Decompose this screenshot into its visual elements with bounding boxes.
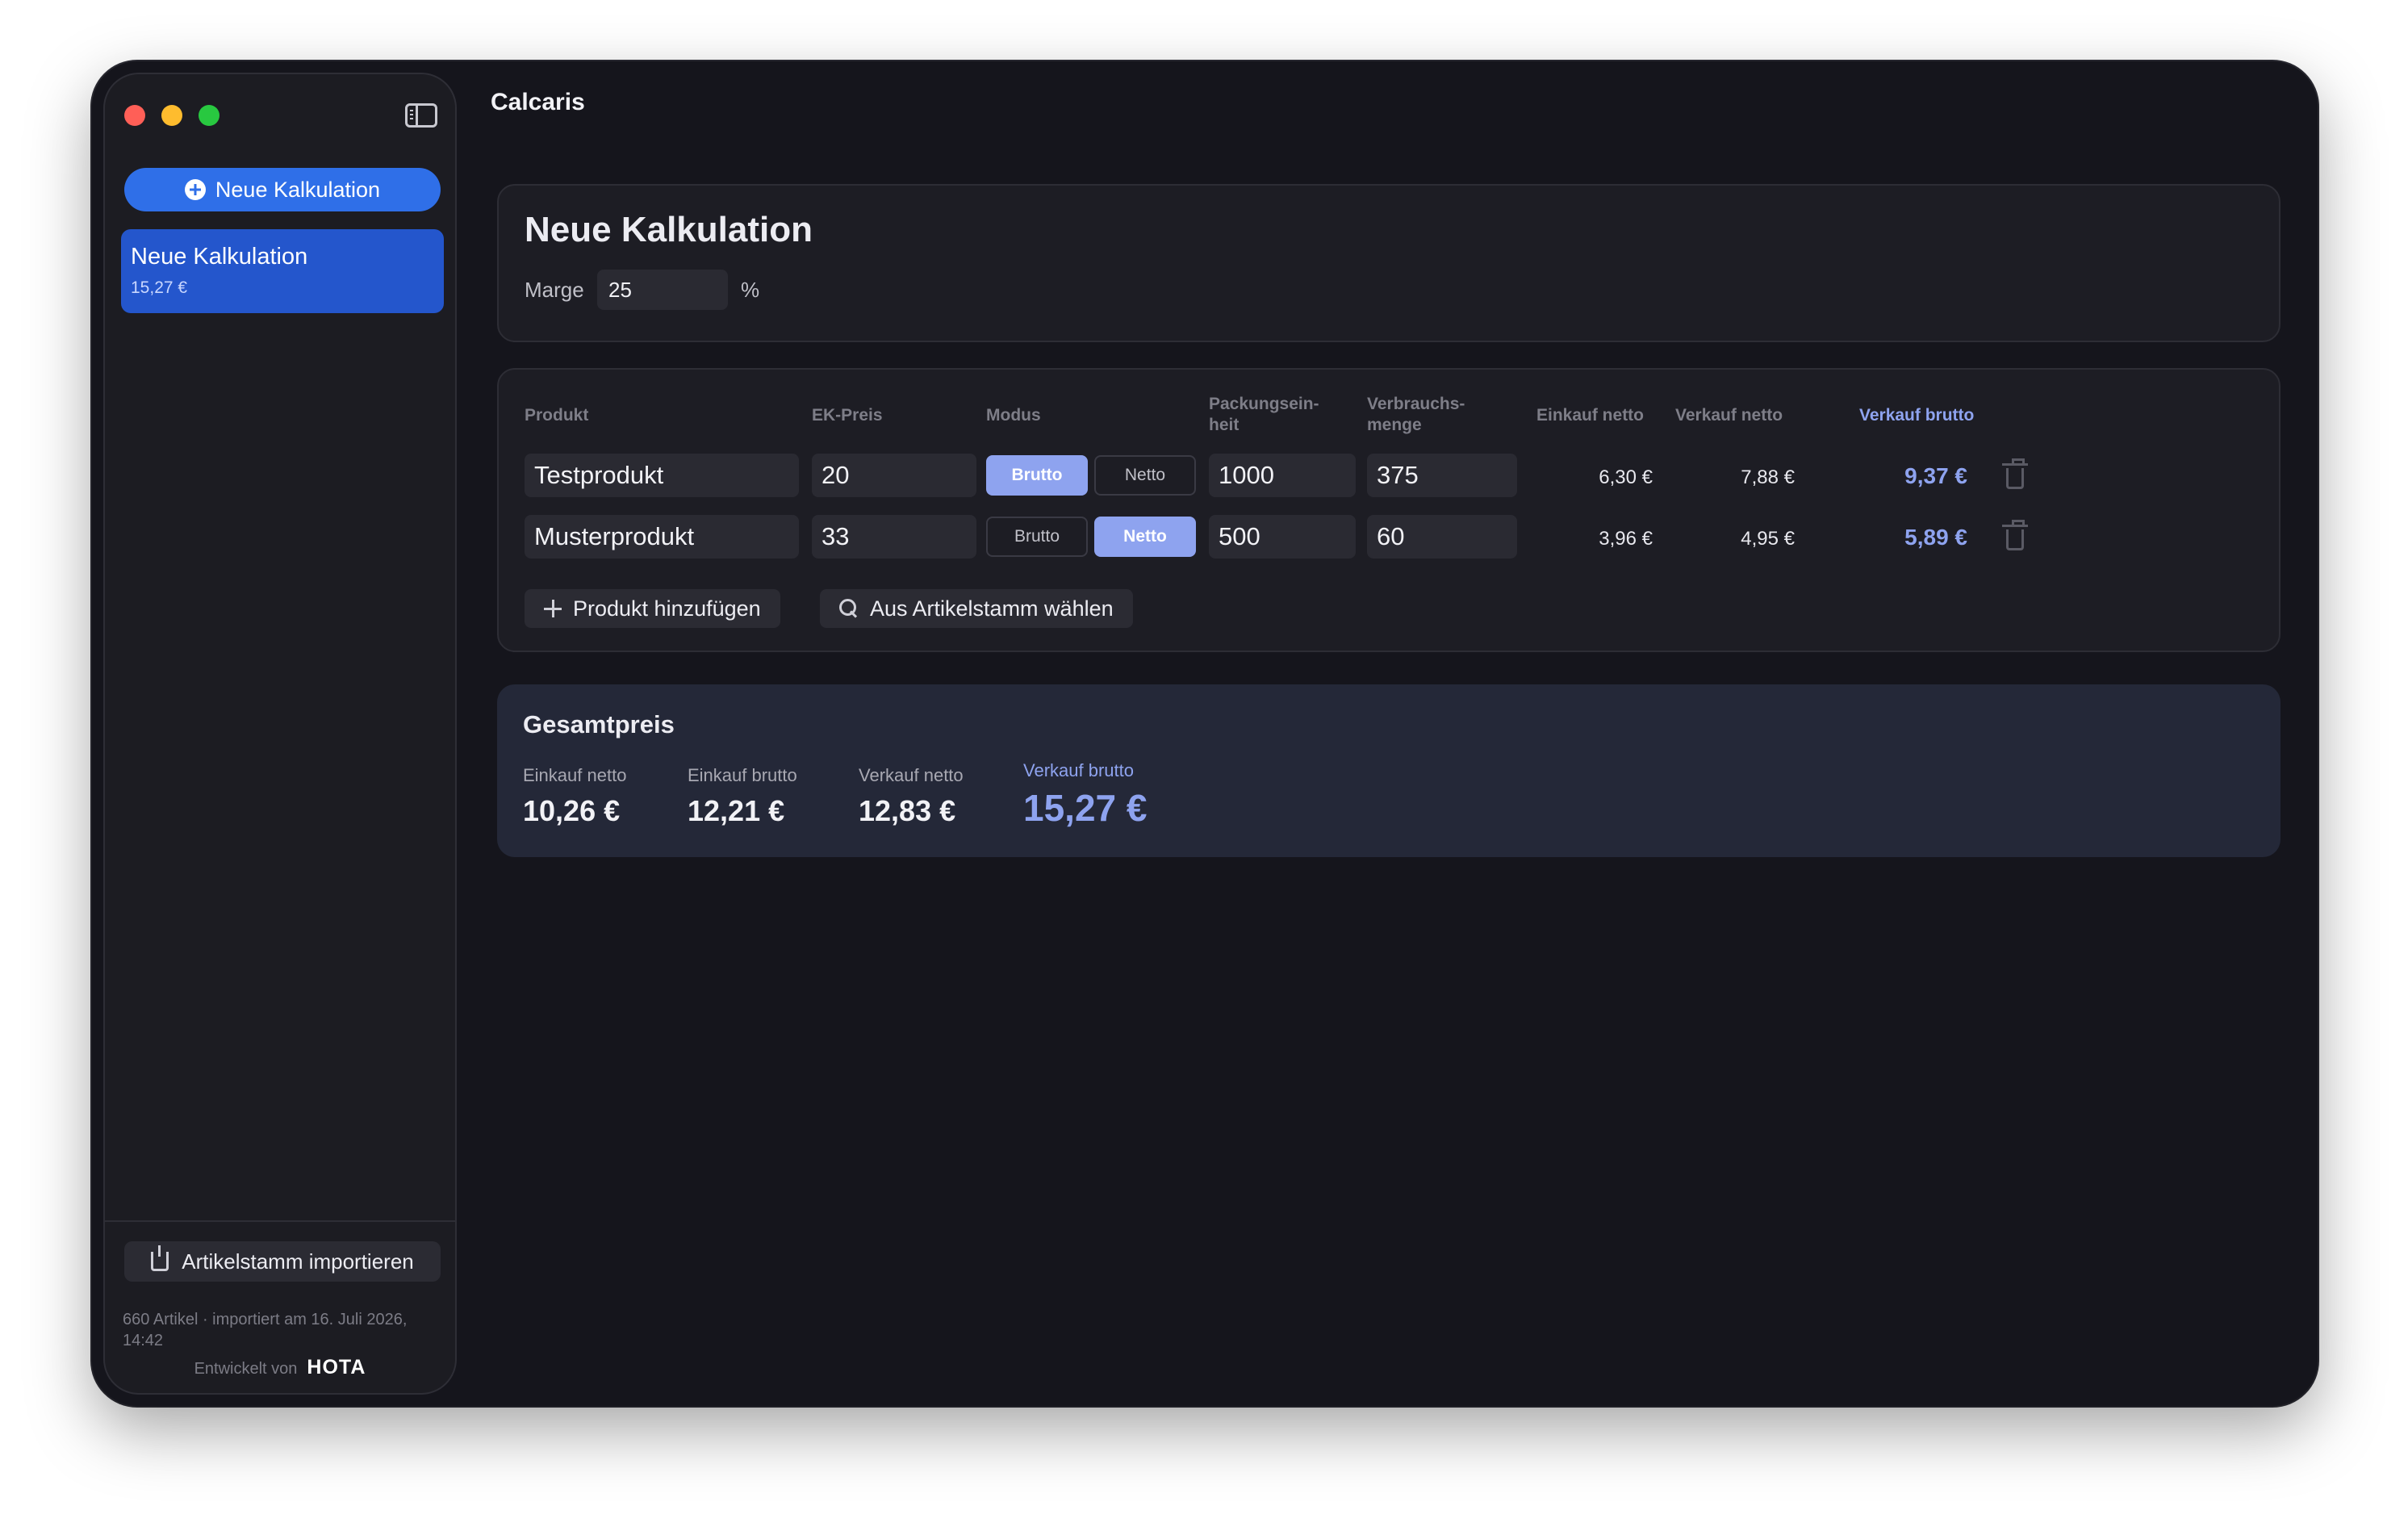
window-title: Calcaris — [491, 89, 585, 115]
trash-icon[interactable] — [2002, 458, 2028, 489]
total-verkauf-brutto: Verkauf brutto 15,27 € — [1023, 760, 1147, 830]
ek-price-input[interactable]: 20 — [812, 454, 976, 497]
header-modus: Modus — [986, 406, 1041, 425]
search-icon — [839, 599, 859, 618]
developer-credit: Entwickelt von HOTA — [105, 1356, 455, 1379]
header-verkauf-netto: Verkauf netto — [1675, 406, 1783, 425]
product-name-input[interactable]: Testprodukt — [525, 454, 799, 497]
calculation-item-title: Neue Kalkulation — [131, 244, 308, 270]
marge-input[interactable]: 25 — [597, 270, 728, 310]
einkauf-netto-value: 3,96 € — [1599, 528, 1653, 550]
header-ek-preis: EK-Preis — [812, 406, 883, 425]
total-value: 10,26 € — [523, 794, 621, 827]
calculation-title: Neue Kalkulation — [525, 210, 813, 249]
plus-icon — [544, 600, 562, 617]
total-value: 12,83 € — [859, 794, 956, 827]
products-table-card: Produkt EK-Preis Modus Packungsein- heit… — [497, 368, 2280, 652]
totals-card: Gesamtpreis Einkauf netto 10,26 € Einkau… — [497, 684, 2280, 857]
minimize-window-button[interactable] — [161, 105, 182, 126]
total-einkauf-netto: Einkauf netto 10,26 € — [523, 765, 626, 828]
choose-from-catalog-label: Aus Artikelstamm wählen — [870, 596, 1114, 621]
header-produkt: Produkt — [525, 406, 589, 425]
ek-price-input[interactable]: 33 — [812, 515, 976, 559]
consumption-input[interactable]: 375 — [1367, 454, 1517, 497]
import-status-text: 660 Artikel · importiert am 16. Juli 202… — [123, 1311, 408, 1349]
calculation-header-card: Neue Kalkulation Marge 25 % — [497, 184, 2280, 342]
mode-brutto-button[interactable]: Brutto — [986, 517, 1088, 557]
verkauf-brutto-value: 9,37 € — [1904, 463, 1967, 488]
verkauf-netto-value: 7,88 € — [1741, 466, 1795, 488]
plus-circle-icon — [184, 179, 206, 200]
total-label: Einkauf brutto — [688, 765, 797, 785]
total-verkauf-netto: Verkauf netto 12,83 € — [859, 765, 964, 828]
total-einkauf-brutto: Einkauf brutto 12,21 € — [688, 765, 797, 828]
marge-label: Marge — [525, 278, 584, 302]
developer-logo: HOTA — [307, 1356, 366, 1378]
sidebar-toggle-icon[interactable] — [405, 103, 437, 128]
total-label: Einkauf netto — [523, 765, 627, 785]
consumption-input[interactable]: 60 — [1367, 515, 1517, 559]
mode-netto-button[interactable]: Netto — [1094, 517, 1196, 557]
verkauf-brutto-value: 5,89 € — [1904, 525, 1967, 550]
close-window-button[interactable] — [124, 105, 145, 126]
new-calculation-button[interactable]: Neue Kalkulation — [124, 168, 441, 211]
header-einkauf-netto: Einkauf netto — [1536, 406, 1645, 425]
totals-title: Gesamtpreis — [523, 710, 675, 738]
add-product-label: Produkt hinzufügen — [573, 596, 761, 621]
header-verbrauchsmenge: Verbrauchs- menge — [1367, 395, 1465, 434]
sidebar-item-calculation[interactable]: Neue Kalkulation 15,27 € — [121, 229, 444, 313]
new-calculation-label: Neue Kalkulation — [215, 177, 381, 202]
import-icon — [151, 1245, 169, 1271]
total-value: 15,27 € — [1023, 787, 1148, 829]
calculation-item-total: 15,27 € — [131, 278, 188, 297]
mode-netto-button[interactable]: Netto — [1094, 455, 1196, 496]
app-window: Neue Kalkulation Neue Kalkulation 15,27 … — [92, 61, 2318, 1406]
einkauf-netto-value: 6,30 € — [1599, 466, 1653, 488]
choose-from-catalog-button[interactable]: Aus Artikelstamm wählen — [820, 589, 1133, 628]
zoom-window-button[interactable] — [199, 105, 219, 126]
mode-brutto-button[interactable]: Brutto — [986, 455, 1088, 496]
package-unit-input[interactable]: 1000 — [1209, 454, 1356, 497]
trash-icon[interactable] — [2002, 520, 2028, 550]
total-label: Verkauf brutto — [1023, 760, 1134, 780]
total-label: Verkauf netto — [859, 765, 964, 785]
product-name-input[interactable]: Musterprodukt — [525, 515, 799, 559]
header-packungseinheit: Packungsein- heit — [1209, 395, 1319, 434]
verkauf-netto-value: 4,95 € — [1741, 528, 1795, 550]
import-catalog-button[interactable]: Artikelstamm importieren — [124, 1241, 441, 1282]
sidebar: Neue Kalkulation Neue Kalkulation 15,27 … — [103, 73, 457, 1395]
sidebar-divider — [105, 1220, 455, 1222]
add-product-button[interactable]: Produkt hinzufügen — [525, 589, 780, 628]
import-catalog-label: Artikelstamm importieren — [182, 1249, 414, 1274]
developer-prefix: Entwickelt von — [194, 1360, 298, 1378]
package-unit-input[interactable]: 500 — [1209, 515, 1356, 559]
header-verkauf-brutto: Verkauf brutto — [1859, 406, 1975, 425]
total-value: 12,21 € — [688, 794, 785, 827]
marge-unit: % — [741, 278, 760, 302]
